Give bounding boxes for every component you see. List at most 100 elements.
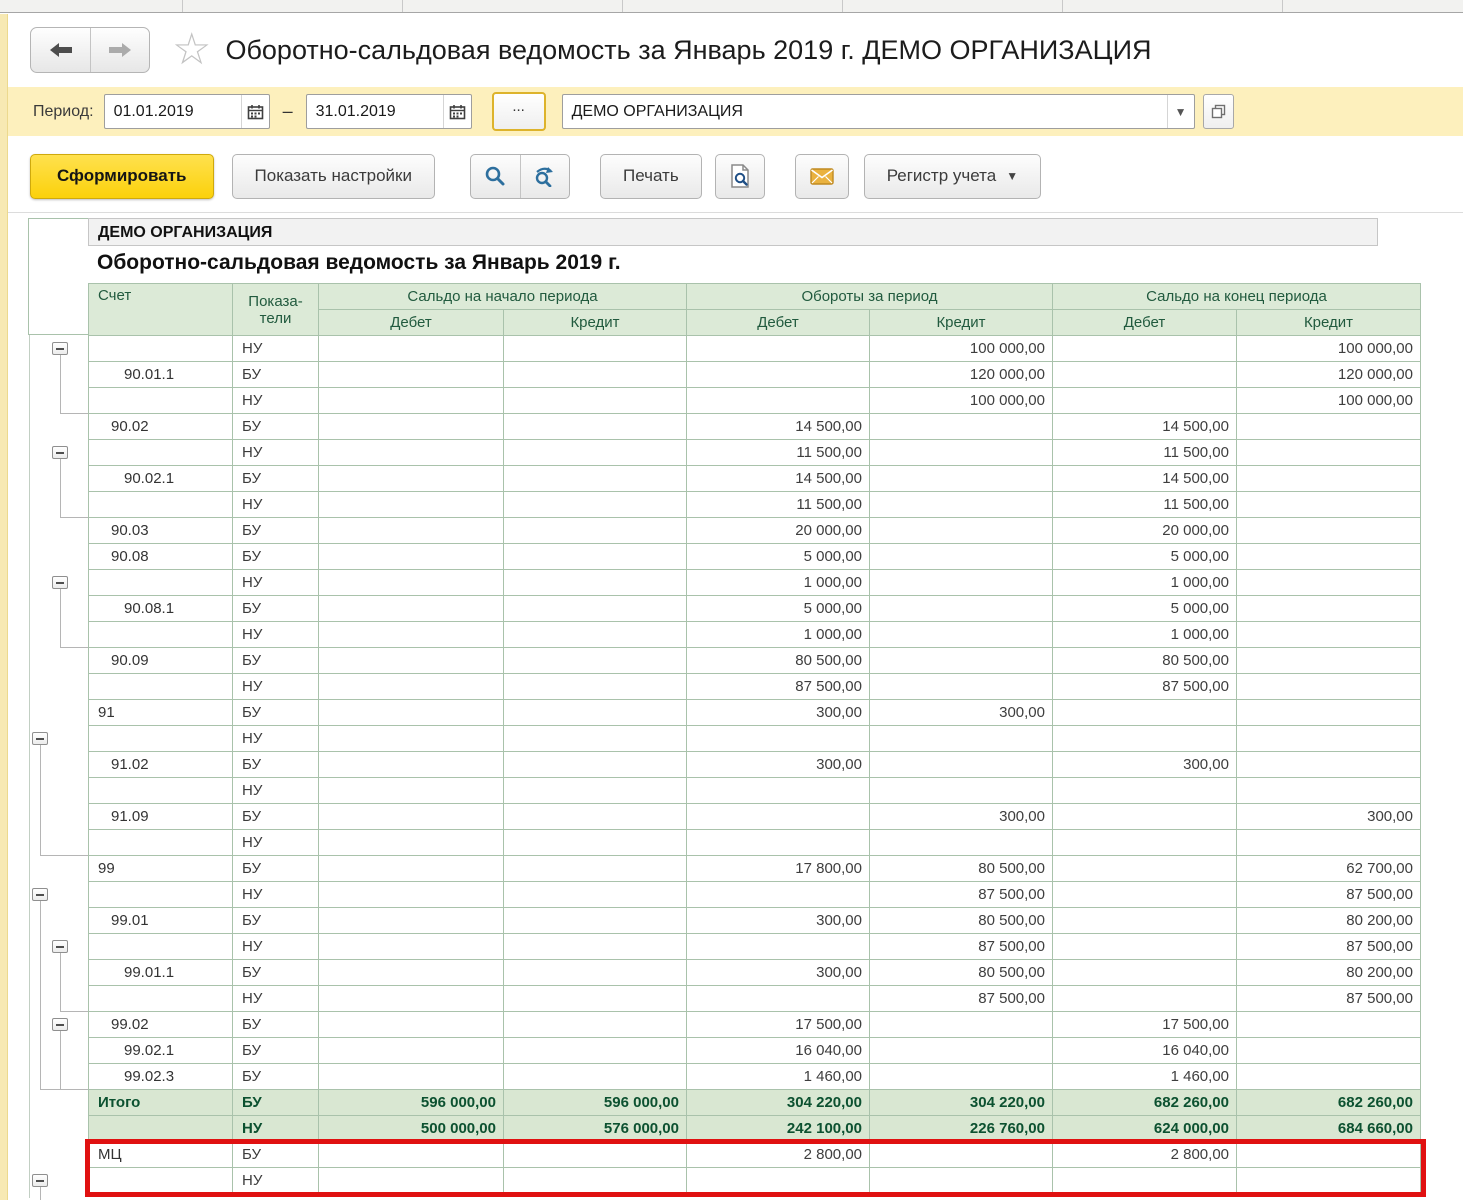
cell-value[interactable]: [870, 466, 1053, 492]
cell-indicator[interactable]: БУ: [233, 1012, 319, 1038]
header-closing-balance[interactable]: Сальдо на конец периода: [1053, 284, 1421, 310]
show-settings-button[interactable]: Показать настройки: [232, 154, 435, 199]
cell-value[interactable]: [319, 466, 504, 492]
register-button[interactable]: Регистр учета ▼: [864, 154, 1041, 199]
cell-account[interactable]: 90.09: [89, 648, 233, 674]
cell-value[interactable]: [504, 622, 687, 648]
cell-value[interactable]: 87 500,00: [687, 674, 870, 700]
cell-account[interactable]: [89, 986, 233, 1012]
cell-value[interactable]: [1053, 388, 1237, 414]
cell-value[interactable]: [504, 700, 687, 726]
cell-value[interactable]: [687, 934, 870, 960]
cell-value[interactable]: [504, 986, 687, 1012]
collapse-minus-icon[interactable]: [52, 1018, 68, 1031]
cell-value[interactable]: 20 000,00: [687, 518, 870, 544]
cell-value[interactable]: [319, 700, 504, 726]
cell-indicator[interactable]: НУ: [233, 726, 319, 752]
cell-value[interactable]: [504, 674, 687, 700]
send-email-button[interactable]: [795, 154, 849, 199]
cell-value[interactable]: [504, 934, 687, 960]
header-debit[interactable]: Дебет: [1053, 310, 1237, 336]
header-turnover[interactable]: Обороты за период: [687, 284, 1053, 310]
collapse-minus-icon[interactable]: [32, 888, 48, 901]
cell-indicator[interactable]: НУ: [233, 830, 319, 856]
cell-indicator[interactable]: НУ: [233, 778, 319, 804]
cell-indicator[interactable]: БУ: [233, 596, 319, 622]
cell-value[interactable]: 87 500,00: [1053, 674, 1237, 700]
cell-value[interactable]: [319, 1038, 504, 1064]
cell-value[interactable]: [870, 570, 1053, 596]
cell-value[interactable]: [870, 622, 1053, 648]
cell-value[interactable]: 684 660,00: [1237, 1116, 1421, 1142]
cell-value[interactable]: 14 500,00: [687, 466, 870, 492]
generate-button[interactable]: Сформировать: [30, 154, 214, 199]
cell-value[interactable]: [319, 648, 504, 674]
cell-account[interactable]: [89, 388, 233, 414]
cell-value[interactable]: [319, 388, 504, 414]
cell-value[interactable]: [1237, 700, 1421, 726]
cell-value[interactable]: [319, 362, 504, 388]
cell-account[interactable]: 91.02: [89, 752, 233, 778]
cell-value[interactable]: 11 500,00: [1053, 492, 1237, 518]
cell-value[interactable]: 682 260,00: [1053, 1090, 1237, 1116]
cell-value[interactable]: [1053, 804, 1237, 830]
cell-account[interactable]: 99.02.1: [89, 1038, 233, 1064]
cell-indicator[interactable]: БУ: [233, 908, 319, 934]
cell-value[interactable]: 80 500,00: [687, 648, 870, 674]
cell-value[interactable]: [1237, 518, 1421, 544]
cell-value[interactable]: [1237, 440, 1421, 466]
cell-value[interactable]: 14 500,00: [687, 414, 870, 440]
cell-value[interactable]: 300,00: [687, 752, 870, 778]
cell-value[interactable]: 17 800,00: [687, 856, 870, 882]
cell-value[interactable]: 1 000,00: [1053, 622, 1237, 648]
calendar-icon[interactable]: [241, 95, 269, 128]
cell-account[interactable]: [89, 492, 233, 518]
cell-value[interactable]: [1053, 726, 1237, 752]
cell-value[interactable]: [870, 440, 1053, 466]
collapse-minus-icon[interactable]: [32, 1174, 48, 1187]
cell-value[interactable]: [1237, 466, 1421, 492]
cell-value[interactable]: [319, 622, 504, 648]
cell-value[interactable]: 17 500,00: [1053, 1012, 1237, 1038]
cell-value[interactable]: [687, 362, 870, 388]
cell-value[interactable]: [687, 388, 870, 414]
cell-value[interactable]: 87 500,00: [870, 986, 1053, 1012]
cell-value[interactable]: [504, 726, 687, 752]
cell-value[interactable]: 11 500,00: [1053, 440, 1237, 466]
cell-value[interactable]: 100 000,00: [870, 388, 1053, 414]
cell-account[interactable]: 91: [89, 700, 233, 726]
cell-value[interactable]: [1237, 1064, 1421, 1090]
cell-value[interactable]: [1053, 986, 1237, 1012]
cell-value[interactable]: [1237, 752, 1421, 778]
header-debit[interactable]: Дебет: [319, 310, 504, 336]
cell-account[interactable]: 90.01.1: [89, 362, 233, 388]
cell-value[interactable]: 11 500,00: [687, 492, 870, 518]
cell-value[interactable]: 576 000,00: [504, 1116, 687, 1142]
cell-value[interactable]: 300,00: [870, 700, 1053, 726]
cell-value[interactable]: [1053, 362, 1237, 388]
cell-account[interactable]: 99: [89, 856, 233, 882]
cell-value[interactable]: 1 000,00: [687, 570, 870, 596]
print-button[interactable]: Печать: [600, 154, 702, 199]
cell-value[interactable]: 596 000,00: [319, 1090, 504, 1116]
collapse-minus-icon[interactable]: [52, 940, 68, 953]
cell-value[interactable]: [1237, 726, 1421, 752]
cell-value[interactable]: [870, 778, 1053, 804]
cell-value[interactable]: [1237, 544, 1421, 570]
cell-value[interactable]: [1053, 934, 1237, 960]
header-account[interactable]: Счет: [89, 284, 233, 336]
cell-value[interactable]: 5 000,00: [687, 544, 870, 570]
cell-value[interactable]: [1053, 882, 1237, 908]
cell-value[interactable]: 11 500,00: [687, 440, 870, 466]
cell-value[interactable]: 624 000,00: [1053, 1116, 1237, 1142]
cell-account[interactable]: 99.02.3: [89, 1064, 233, 1090]
cell-account[interactable]: 90.08: [89, 544, 233, 570]
cell-indicator[interactable]: БУ: [233, 518, 319, 544]
cell-value[interactable]: [1237, 648, 1421, 674]
cell-account[interactable]: Итого: [89, 1090, 233, 1116]
cell-value[interactable]: 1 460,00: [687, 1064, 870, 1090]
cell-value[interactable]: [504, 414, 687, 440]
cell-value[interactable]: [1237, 674, 1421, 700]
cell-value[interactable]: 596 000,00: [504, 1090, 687, 1116]
cell-value[interactable]: 80 500,00: [1053, 648, 1237, 674]
